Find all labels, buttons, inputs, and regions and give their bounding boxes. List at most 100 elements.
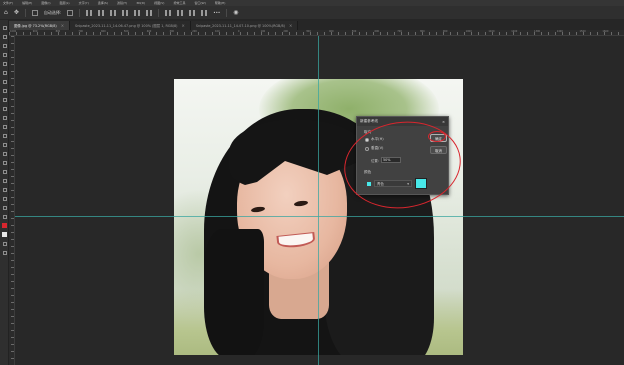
type-icon xyxy=(2,169,7,174)
clone-stamp-tool[interactable] xyxy=(0,104,9,113)
blur-tool[interactable] xyxy=(0,140,9,149)
screen-mode-button[interactable] xyxy=(0,248,9,257)
distribute-icon[interactable] xyxy=(165,9,172,16)
menu-window[interactable]: 窗口(W) xyxy=(195,1,206,5)
align-center-icon[interactable] xyxy=(98,9,105,16)
menu-select[interactable]: 选择(S) xyxy=(98,1,108,5)
distribute-icon[interactable] xyxy=(177,9,184,16)
tab-document-3[interactable]: Snipaste_2023-11-11_14-07-10.png @ 100%(… xyxy=(190,21,299,30)
history-brush-tool[interactable] xyxy=(0,113,9,122)
menu-plugins[interactable]: 增效工具 xyxy=(173,1,185,5)
options-bar: ⌂ ✥ 自动选择: ••• ◉ xyxy=(0,6,624,20)
screen-mode-icon xyxy=(2,250,7,255)
eyedropper-tool[interactable] xyxy=(0,77,9,86)
frame-icon xyxy=(2,70,7,75)
menu-image[interactable]: 图像(I) xyxy=(41,1,50,5)
menu-edit[interactable]: 编辑(E) xyxy=(22,1,32,5)
hair-strands xyxy=(204,229,264,355)
auto-select-label: 自动选择: xyxy=(43,9,62,15)
auto-select-checkbox[interactable] xyxy=(31,9,38,16)
menu-help[interactable]: 帮助(H) xyxy=(215,1,226,5)
quick-select-icon xyxy=(2,52,7,57)
3d-mode-icon[interactable]: ◉ xyxy=(233,9,238,16)
separator xyxy=(79,8,81,17)
tab-document-2[interactable]: Snipaste_2023-11-11_14-06-47.png @ 100% … xyxy=(70,21,191,30)
marquee-tool[interactable] xyxy=(0,32,9,41)
distribute-icon[interactable] xyxy=(201,9,208,16)
menu-type[interactable]: 文字(Y) xyxy=(79,1,89,5)
menu-3d[interactable]: 3D(D) xyxy=(136,1,145,5)
close-icon[interactable]: × xyxy=(442,120,445,124)
brush-icon xyxy=(2,97,7,102)
frame-tool[interactable] xyxy=(0,68,9,77)
align-right-icon[interactable] xyxy=(110,9,117,16)
path-select-icon xyxy=(2,178,7,183)
align-bottom-icon[interactable] xyxy=(146,9,153,16)
lasso-tool[interactable] xyxy=(0,41,9,50)
menu-filter[interactable]: 滤镜(T) xyxy=(117,1,127,5)
ruler-ticks xyxy=(9,32,624,35)
type-tool[interactable] xyxy=(0,167,9,176)
quick-mask-button[interactable] xyxy=(0,239,9,248)
vertical-guide[interactable] xyxy=(318,36,319,365)
layer-dropdown[interactable] xyxy=(67,9,74,16)
move-tool[interactable] xyxy=(0,23,9,32)
separator xyxy=(158,8,160,17)
zoom-icon xyxy=(2,205,7,210)
hand-icon xyxy=(2,196,7,201)
distribute-icon[interactable] xyxy=(189,9,196,16)
foreground-color[interactable] xyxy=(0,221,9,230)
tools-panel xyxy=(0,20,9,365)
foreground-swatch-icon xyxy=(2,223,7,228)
clone-stamp-icon xyxy=(2,106,7,111)
marquee-icon xyxy=(2,34,7,39)
gradient-icon xyxy=(2,133,7,138)
quick-mask-icon xyxy=(2,241,7,246)
healing-icon xyxy=(2,88,7,93)
gradient-tool[interactable] xyxy=(0,131,9,140)
horizontal-guide[interactable] xyxy=(15,216,624,217)
brush-tool[interactable] xyxy=(0,95,9,104)
annotation-ellipse-ok xyxy=(428,131,446,142)
dodge-tool[interactable] xyxy=(0,149,9,158)
dodge-icon xyxy=(2,151,7,156)
crop-icon xyxy=(2,61,7,66)
more-options-button[interactable]: ••• xyxy=(213,10,220,15)
separator xyxy=(24,8,26,17)
hand-tool[interactable] xyxy=(0,194,9,203)
background-color[interactable] xyxy=(0,230,9,239)
separator xyxy=(226,8,228,17)
align-middle-icon[interactable] xyxy=(134,9,141,16)
menu-file[interactable]: 文件(F) xyxy=(3,1,13,5)
move-tool-icon[interactable]: ✥ xyxy=(14,9,19,16)
healing-tool[interactable] xyxy=(0,86,9,95)
align-left-icon[interactable] xyxy=(86,9,93,16)
history-brush-icon xyxy=(2,115,7,120)
crop-tool[interactable] xyxy=(0,59,9,68)
close-icon[interactable]: × xyxy=(181,23,184,28)
pen-tool[interactable] xyxy=(0,158,9,167)
menu-view[interactable]: 视图(V) xyxy=(154,1,164,5)
more-tools[interactable] xyxy=(0,212,9,221)
align-top-icon[interactable] xyxy=(122,9,129,16)
dialog-title: 新建参考线 xyxy=(360,119,378,123)
move-icon xyxy=(2,25,7,30)
shape-icon xyxy=(2,187,7,192)
pen-icon xyxy=(2,160,7,165)
home-icon[interactable]: ⌂ xyxy=(4,9,8,16)
ellipsis-icon xyxy=(2,214,7,219)
tab-document-1[interactable]: 图像.jpg @ 73.2%(RGB/8) × xyxy=(9,21,71,30)
path-select-tool[interactable] xyxy=(0,176,9,185)
menu-layer[interactable]: 图层(L) xyxy=(60,1,70,5)
background-swatch-icon xyxy=(2,232,7,237)
tab-label: 图像.jpg @ 73.2%(RGB/8) xyxy=(14,24,57,28)
eraser-tool[interactable] xyxy=(0,122,9,131)
tab-label: Snipaste_2023-11-11_14-06-47.png @ 100% … xyxy=(75,24,178,28)
close-icon[interactable]: × xyxy=(61,23,64,28)
eyedropper-icon xyxy=(2,79,7,84)
eraser-icon xyxy=(2,124,7,129)
zoom-tool[interactable] xyxy=(0,203,9,212)
close-icon[interactable]: × xyxy=(289,23,292,28)
shape-tool[interactable] xyxy=(0,185,9,194)
quick-select-tool[interactable] xyxy=(0,50,9,59)
